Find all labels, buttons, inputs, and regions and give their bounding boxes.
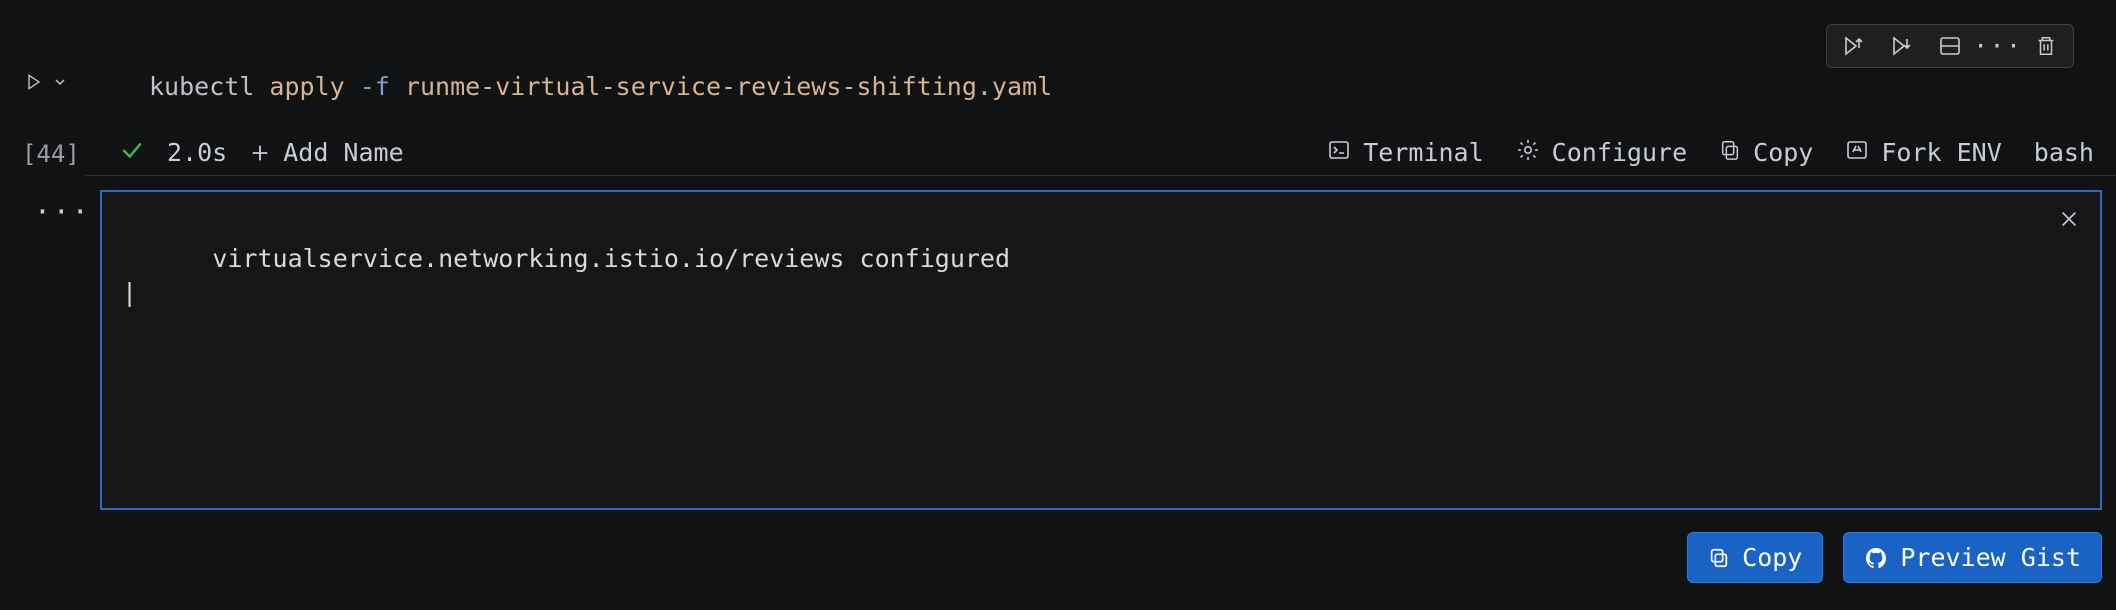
language-label[interactable]: bash: [2034, 138, 2094, 167]
output-text: virtualservice.networking.istio.io/revie…: [122, 208, 2030, 343]
run-cell[interactable]: [24, 70, 68, 94]
copy-output-label: Copy: [1742, 543, 1802, 572]
code-token-flag: -f: [360, 72, 390, 101]
code-token-apply: apply: [269, 72, 344, 101]
code-cell[interactable]: kubectl apply -f runme-virtual-service-r…: [85, 64, 2116, 108]
fork-env-icon: [1845, 138, 1869, 168]
copy-icon: [1708, 547, 1730, 569]
code-token-arg: runme-virtual-service-reviews-shifting.y…: [405, 72, 1052, 101]
terminal-label: Terminal: [1363, 138, 1483, 167]
add-name-label: Add Name: [283, 138, 403, 167]
check-icon: [119, 137, 145, 169]
gear-icon: [1516, 138, 1540, 168]
copy-label: Copy: [1753, 138, 1813, 167]
run-above-icon[interactable]: [1841, 33, 1867, 59]
output-more-icon[interactable]: ···: [34, 198, 91, 226]
preview-gist-label: Preview Gist: [1900, 543, 2081, 572]
output-panel[interactable]: virtualservice.networking.istio.io/revie…: [100, 190, 2102, 510]
copy-icon: [1719, 138, 1741, 168]
fork-env-label: Fork ENV: [1881, 138, 2001, 167]
run-below-icon[interactable]: [1889, 33, 1915, 59]
configure-label: Configure: [1552, 138, 1687, 167]
chevron-down-icon[interactable]: [52, 74, 68, 90]
cell-toolbar: ···: [1826, 24, 2074, 68]
cell-number: [44]: [22, 140, 80, 168]
execution-time: 2.0s: [167, 138, 227, 167]
github-icon: [1864, 546, 1888, 570]
fork-env-button[interactable]: Fork ENV: [1845, 138, 2001, 168]
more-icon[interactable]: ···: [1985, 33, 2011, 59]
terminal-icon: [1327, 138, 1351, 168]
code-token-cmd: kubectl: [149, 72, 254, 101]
configure-button[interactable]: Configure: [1516, 138, 1687, 168]
terminal-button[interactable]: Terminal: [1327, 138, 1483, 168]
status-row: 2.0s Add Name Terminal: [85, 130, 2116, 176]
add-name-button[interactable]: Add Name: [249, 138, 403, 167]
preview-gist-button[interactable]: Preview Gist: [1843, 532, 2102, 583]
split-layout-icon[interactable]: [1937, 33, 1963, 59]
delete-icon[interactable]: [2033, 33, 2059, 59]
close-icon[interactable]: [2058, 208, 2080, 234]
copy-button[interactable]: Copy: [1719, 138, 1813, 168]
copy-output-button[interactable]: Copy: [1687, 532, 1823, 583]
output-actions: Copy Preview Gist: [1687, 532, 2102, 583]
